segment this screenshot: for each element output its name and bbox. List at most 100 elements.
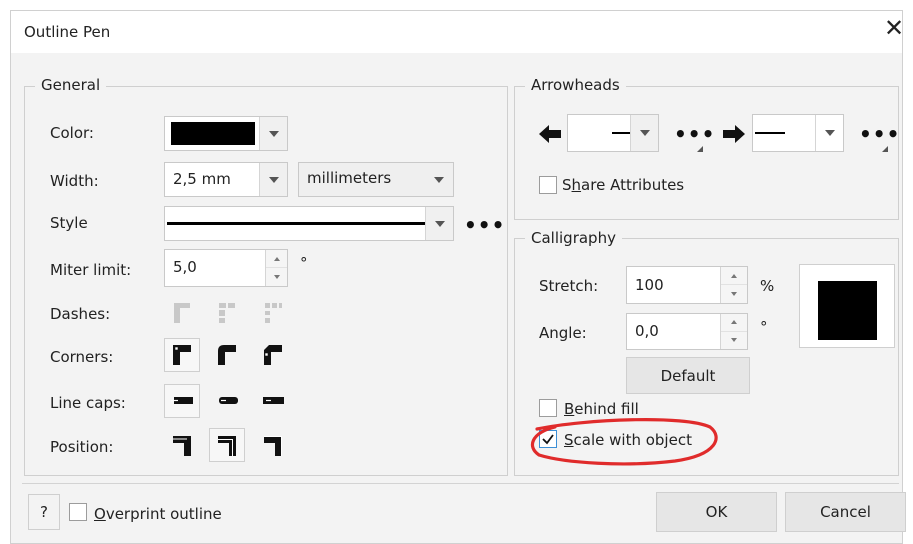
miter-limit-value: 5,0 [173,258,197,276]
nib-shape [818,281,877,340]
spin-down-icon[interactable] [721,332,747,350]
style-more-icon[interactable]: ••• [464,215,505,235]
cancel-button[interactable]: Cancel [785,492,906,532]
round-cap-icon [219,397,238,404]
overprint-outline-checkbox[interactable] [69,503,87,521]
round-corner-icon [218,345,236,365]
behind-fill-label[interactable]: Behind fill [564,400,639,418]
color-swatch [171,122,255,145]
corner-indicator-icon [697,146,703,152]
dashes-label: Dashes: [50,305,111,323]
color-dropdown-button[interactable] [259,117,287,150]
share-attributes-checkbox[interactable] [539,176,557,194]
ok-button[interactable]: OK [656,492,777,532]
angle-value: 0,0 [635,322,659,340]
start-arrow-more-icon[interactable]: ••• [674,124,715,144]
square-cap-icon [263,397,284,404]
arrowheads-legend: Arrowheads [525,76,626,94]
dashes-default-icon [164,296,200,330]
chevron-down-icon [824,130,835,136]
style-select[interactable] [164,206,454,241]
position-inside-button[interactable] [255,428,291,462]
bevel-corner-icon [264,345,282,365]
miter-unit: ° [300,254,308,272]
close-icon[interactable]: ✕ [884,16,904,40]
calligraphy-preview [799,264,895,348]
arrowheads-group [514,86,899,220]
butt-cap-icon [171,397,193,404]
arrow-right-icon [723,125,745,143]
calligraphy-legend: Calligraphy [525,229,622,247]
title-bar [11,11,902,53]
dashes-fixed-icon [255,296,291,330]
corner-bevel-button[interactable] [255,338,291,372]
corner-miter-button[interactable] [164,338,200,372]
share-attributes-label[interactable]: Share Attributes [562,176,684,194]
outside-position-icon [173,436,191,456]
default-button[interactable]: Default [626,357,750,394]
footer-separator [22,483,899,484]
end-arrow-dropdown-button[interactable] [815,115,843,151]
position-outside-button[interactable] [164,428,200,462]
arrow-left-icon [539,125,561,143]
stretch-value: 100 [635,276,664,294]
color-picker[interactable] [164,116,288,151]
chevron-down-icon [434,176,444,183]
stretch-label: Stretch: [539,277,599,295]
width-combo[interactable]: 2,5 mm [164,162,288,197]
cap-square-button[interactable] [255,384,291,418]
stretch-spinner[interactable] [720,267,747,303]
corner-indicator-icon [882,146,888,152]
end-arrow-more-icon[interactable]: ••• [859,124,900,144]
help-button[interactable]: ? [28,494,60,530]
style-label: Style [50,214,88,232]
end-arrowhead-select[interactable] [752,114,844,152]
cap-butt-button[interactable] [164,384,200,418]
spin-down-icon[interactable] [266,268,287,286]
width-value: 2,5 mm [173,170,231,188]
chevron-down-icon [268,130,279,137]
angle-spinner[interactable] [720,314,747,349]
chevron-down-icon [434,220,445,227]
miter-limit-label: Miter limit: [50,261,132,279]
line-caps-label: Line caps: [50,394,126,412]
miter-spinner[interactable] [265,250,287,286]
start-arrow-line [612,132,630,134]
spin-up-icon[interactable] [266,250,287,268]
units-dropdown-button[interactable] [425,163,453,196]
spin-up-icon[interactable] [721,267,747,285]
end-arrow-line [755,132,785,134]
behind-fill-checkbox[interactable] [539,399,557,417]
width-label: Width: [50,172,99,190]
chevron-down-icon [268,176,279,183]
position-label: Position: [50,438,114,456]
corner-round-button[interactable] [209,338,245,372]
dashes-extend-icon [209,296,245,330]
stretch-input[interactable]: 100 [626,266,748,304]
overprint-outline-label[interactable]: Overprint outline [94,505,222,523]
angle-input[interactable]: 0,0 [626,313,748,350]
style-line-preview [167,222,425,225]
start-arrowhead-select[interactable] [567,114,659,152]
position-center-button[interactable] [209,428,245,462]
cap-round-button[interactable] [209,384,245,418]
dialog-title: Outline Pen [24,23,111,41]
start-arrow-dropdown-button[interactable] [630,115,658,151]
angle-label: Angle: [539,324,587,342]
spin-up-icon[interactable] [721,314,747,332]
style-dropdown-button[interactable] [425,207,453,240]
chevron-down-icon [639,130,650,136]
inside-position-icon [264,436,282,456]
width-units-select[interactable]: millimeters [298,162,454,197]
general-legend: General [35,76,107,94]
miter-limit-input[interactable]: 5,0 [164,249,288,287]
spin-down-icon[interactable] [721,285,747,303]
miter-corner-icon [173,345,191,365]
stretch-unit: % [760,277,775,295]
width-units-value: millimeters [307,169,392,187]
color-label: Color: [50,124,94,142]
angle-unit: ° [760,318,768,336]
width-dropdown-button[interactable] [259,163,287,196]
highlight-circle-annotation [530,418,718,466]
center-position-icon [218,436,236,456]
